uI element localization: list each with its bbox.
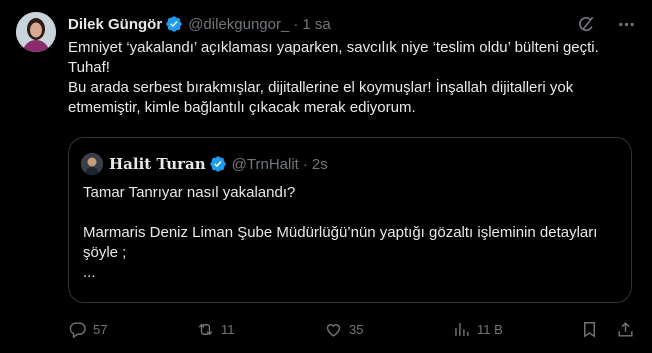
repost-button[interactable]: 11: [196, 320, 235, 339]
share-icon: [618, 321, 633, 337]
quoted-line-3: ...: [83, 264, 96, 281]
grok-icon[interactable]: [576, 14, 596, 34]
tweet-paragraph-2: Bu arada serbest bırakmışlar, dijitaller…: [68, 79, 574, 116]
timestamp[interactable]: 1 sa: [302, 16, 330, 33]
action-bar: 57 11 35 11 B: [68, 318, 634, 340]
quoted-line-1: Tamar Tanrıyar nasıl yakalandı?: [83, 184, 296, 201]
quoted-timestamp[interactable]: 2s: [312, 156, 328, 173]
reply-count: 57: [93, 321, 108, 337]
quoted-blank-line: [83, 203, 623, 223]
repost-count: 11: [221, 321, 235, 337]
quoted-line-2: Marmaris Deniz Liman Şube Müdürlüğü’nün …: [83, 224, 598, 261]
separator-dot: ·: [293, 15, 299, 33]
quoted-author-name[interactable]: Halit Turan: [109, 155, 206, 173]
quoted-author-handle[interactable]: @TrnHalit: [232, 156, 299, 173]
views-count: 11 B: [477, 321, 503, 337]
tweet-header: Dilek Güngör @dilekgungor_ · 1 sa: [68, 14, 636, 34]
quoted-tweet[interactable]: Halit Turan @TrnHalit · 2s Tamar Tanrıya…: [68, 137, 632, 303]
like-button[interactable]: 35: [324, 320, 363, 339]
verified-badge-icon: [209, 155, 227, 173]
views-button[interactable]: 11 B: [452, 320, 503, 339]
share-button[interactable]: [616, 320, 635, 339]
bookmark-button[interactable]: [580, 320, 599, 339]
more-icon[interactable]: [616, 14, 636, 34]
tweet-paragraph-1: Emniyet ‘yakalandı’ açıklaması yaparken,…: [68, 39, 599, 76]
author-name[interactable]: Dilek Güngör: [68, 16, 162, 33]
quoted-avatar[interactable]: [81, 153, 103, 175]
like-count: 35: [349, 321, 364, 337]
quoted-text: Tamar Tanrıyar nasıl yakalandı? Marmaris…: [83, 183, 623, 283]
separator-dot: ·: [302, 155, 308, 173]
avatar[interactable]: [16, 12, 56, 52]
bookmark-icon: [584, 321, 595, 338]
views-icon: [455, 322, 469, 336]
reply-icon: [69, 321, 86, 338]
like-icon: [326, 323, 341, 337]
quoted-header: Halit Turan @TrnHalit · 2s: [81, 153, 328, 175]
author-handle[interactable]: @dilekgungor_: [188, 16, 289, 33]
repost-icon: [198, 323, 213, 335]
reply-button[interactable]: 57: [68, 320, 107, 339]
verified-badge-icon: [165, 15, 183, 33]
tweet-text: Emniyet ‘yakalandı’ açıklaması yaparken,…: [68, 38, 628, 118]
